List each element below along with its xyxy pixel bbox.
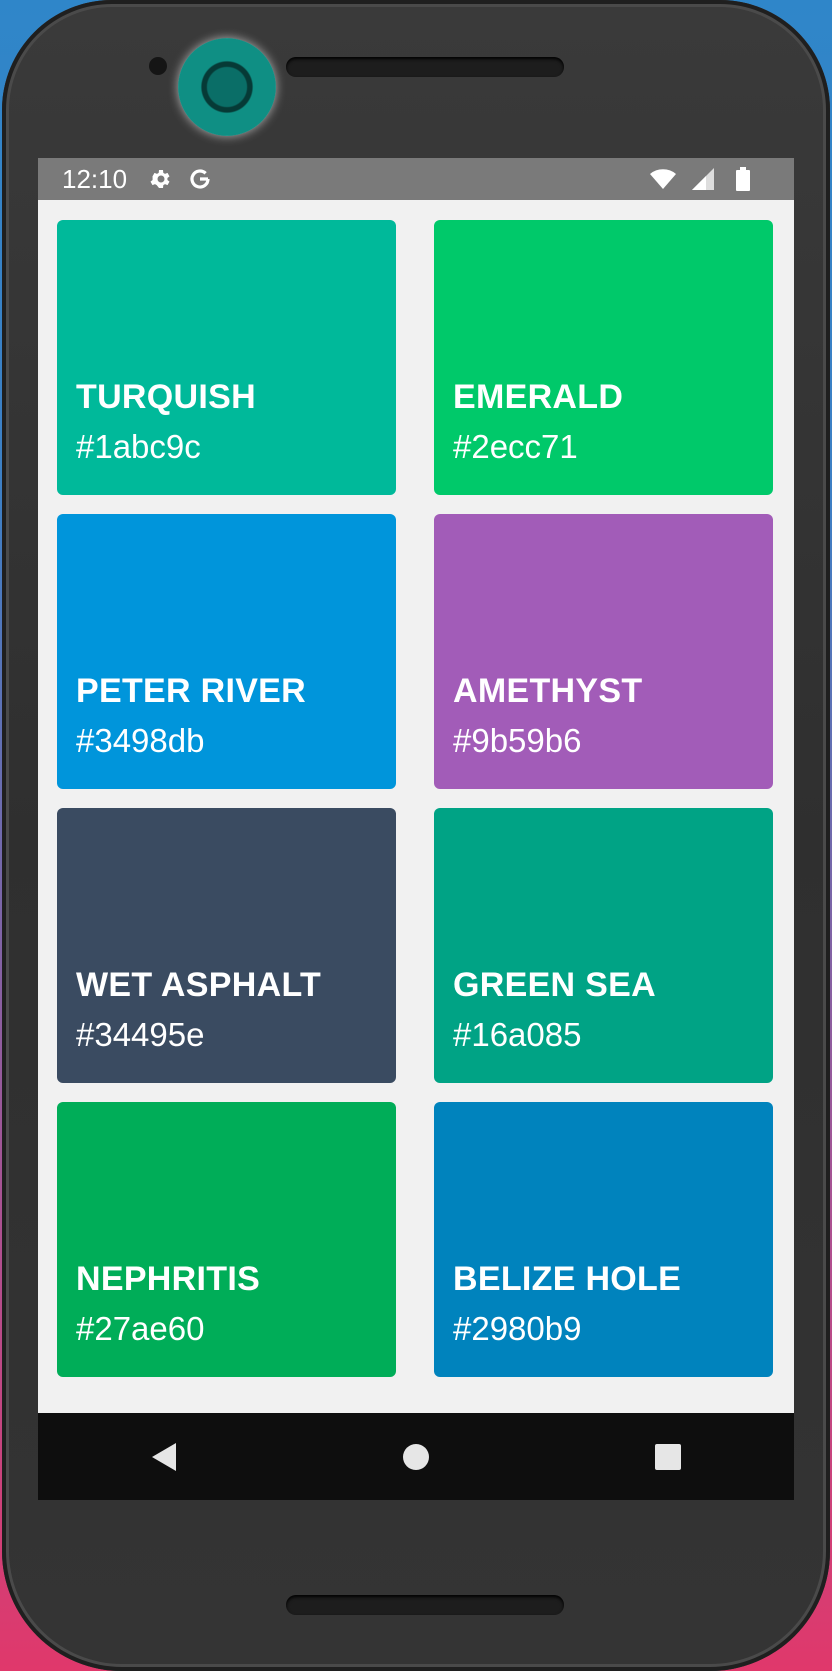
color-card-turquish[interactable]: TURQUISH #1abc9c (57, 220, 396, 495)
status-bar: 12:10 (38, 158, 794, 200)
status-time: 12:10 (62, 163, 128, 194)
color-name: NEPHRITIS (76, 1260, 261, 1298)
front-camera (178, 38, 276, 136)
color-name: AMETHYST (453, 672, 643, 710)
color-hex: #1abc9c (76, 428, 201, 465)
color-card-nephritis[interactable]: NEPHRITIS #27ae60 (57, 1102, 396, 1377)
color-card-green-sea[interactable]: GREEN SEA #16a085 (434, 808, 773, 1083)
color-hex: #3498db (76, 722, 205, 759)
wifi-icon (650, 166, 676, 192)
earpiece-speaker (286, 57, 564, 77)
color-card-amethyst[interactable]: AMETHYST #9b59b6 (434, 514, 773, 789)
google-icon (187, 166, 213, 192)
color-card-belize-hole[interactable]: BELIZE HOLE #2980b9 (434, 1102, 773, 1377)
back-icon[interactable] (134, 1427, 194, 1487)
color-card-emerald[interactable]: EMERALD #2ecc71 (434, 220, 773, 495)
color-hex: #34495e (76, 1016, 205, 1053)
color-grid: TURQUISH #1abc9c EMERALD #2ecc71 PETER R… (57, 220, 773, 1377)
color-name: EMERALD (453, 378, 624, 416)
color-name: PETER RIVER (76, 672, 307, 710)
navigation-bar (38, 1413, 794, 1500)
color-hex: #2ecc71 (453, 428, 578, 465)
color-hex: #2980b9 (453, 1310, 582, 1347)
color-hex: #27ae60 (76, 1310, 205, 1347)
screen: 12:10 TURQUISH #1abc9c EMERALD #2ecc71 P… (38, 158, 794, 1500)
battery-icon (730, 166, 756, 192)
color-name: WET ASPHALT (76, 966, 322, 1004)
phone-frame: 12:10 TURQUISH #1abc9c EMERALD #2ecc71 P… (2, 0, 830, 1671)
color-card-peter-river[interactable]: PETER RIVER #3498db (57, 514, 396, 789)
home-icon[interactable] (386, 1427, 446, 1487)
color-name: BELIZE HOLE (453, 1260, 682, 1298)
color-name: TURQUISH (76, 378, 256, 416)
color-name: GREEN SEA (453, 966, 656, 1004)
color-hex: #16a085 (453, 1016, 582, 1053)
signal-icon (690, 166, 716, 192)
recents-icon[interactable] (638, 1427, 698, 1487)
color-hex: #9b59b6 (453, 722, 582, 759)
color-card-wet-asphalt[interactable]: WET ASPHALT #34495e (57, 808, 396, 1083)
proximity-sensor (149, 57, 167, 75)
bottom-speaker (286, 1595, 564, 1615)
settings-icon (147, 166, 173, 192)
